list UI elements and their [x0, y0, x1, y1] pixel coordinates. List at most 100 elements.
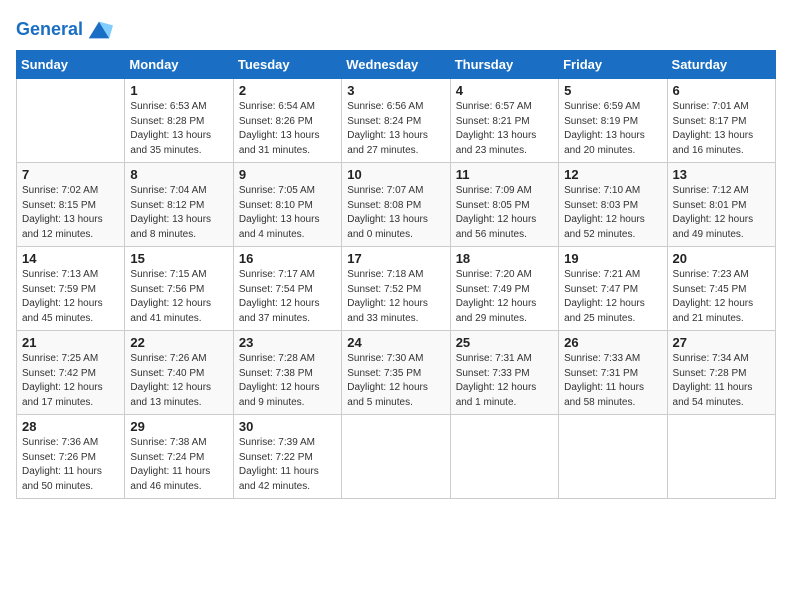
calendar-table: SundayMondayTuesdayWednesdayThursdayFrid…	[16, 50, 776, 499]
day-info: Sunrise: 7:05 AM Sunset: 8:10 PM Dayligh…	[239, 184, 336, 242]
day-number: 21	[22, 335, 119, 350]
calendar-cell: 2 Sunrise: 6:54 AM Sunset: 8:26 PM Daylig…	[233, 79, 341, 163]
day-info: Sunrise: 7:39 AM Sunset: 7:22 PM Dayligh…	[239, 436, 336, 494]
calendar-cell: 12 Sunrise: 7:10 AM Sunset: 8:03 PM Dayli…	[559, 163, 667, 247]
day-number: 14	[22, 251, 119, 266]
calendar-cell	[559, 415, 667, 499]
calendar-week-row: 28 Sunrise: 7:36 AM Sunset: 7:26 PM Dayli…	[17, 415, 776, 499]
calendar-cell: 3Sunrise: 6:56 AM Sunset: 8:24 PM Daylig…	[342, 79, 450, 163]
day-number: 24	[347, 335, 444, 350]
calendar-cell: 7Sunrise: 7:02 AM Sunset: 8:15 PM Daylig…	[17, 163, 125, 247]
calendar-header-day: Tuesday	[233, 51, 341, 79]
calendar-cell: 16 Sunrise: 7:17 AM Sunset: 7:54 PM Dayli…	[233, 247, 341, 331]
day-info: Sunrise: 6:56 AM Sunset: 8:24 PM Dayligh…	[347, 100, 444, 158]
calendar-cell: 22Sunrise: 7:26 AM Sunset: 7:40 PM Dayli…	[125, 331, 233, 415]
day-number: 8	[130, 167, 227, 182]
calendar-header-day: Friday	[559, 51, 667, 79]
day-number: 1	[130, 83, 227, 98]
day-number: 13	[673, 167, 770, 182]
day-number: 30	[239, 419, 336, 434]
calendar-cell: 13 Sunrise: 7:12 AM Sunset: 8:01 PM Dayli…	[667, 163, 775, 247]
calendar-header-day: Thursday	[450, 51, 558, 79]
day-info: Sunrise: 6:53 AM Sunset: 8:28 PM Dayligh…	[130, 100, 227, 158]
calendar-cell: 5 Sunrise: 6:59 AM Sunset: 8:19 PM Daylig…	[559, 79, 667, 163]
day-number: 5	[564, 83, 661, 98]
calendar-cell: 14 Sunrise: 7:13 AM Sunset: 7:59 PM Dayli…	[17, 247, 125, 331]
calendar-header-day: Saturday	[667, 51, 775, 79]
calendar-cell: 4Sunrise: 6:57 AM Sunset: 8:21 PM Daylig…	[450, 79, 558, 163]
day-number: 11	[456, 167, 553, 182]
logo-text: General	[16, 20, 83, 40]
day-info: Sunrise: 7:01 AM Sunset: 8:17 PM Dayligh…	[673, 100, 770, 158]
calendar-cell	[17, 79, 125, 163]
day-number: 16	[239, 251, 336, 266]
calendar-week-row: 21 Sunrise: 7:25 AM Sunset: 7:42 PM Dayli…	[17, 331, 776, 415]
logo: General	[16, 16, 113, 44]
day-number: 17	[347, 251, 444, 266]
day-info: Sunrise: 7:25 AM Sunset: 7:42 PM Dayligh…	[22, 352, 119, 410]
day-info: Sunrise: 7:36 AM Sunset: 7:26 PM Dayligh…	[22, 436, 119, 494]
calendar-cell: 15Sunrise: 7:15 AM Sunset: 7:56 PM Dayli…	[125, 247, 233, 331]
day-number: 19	[564, 251, 661, 266]
day-info: Sunrise: 7:26 AM Sunset: 7:40 PM Dayligh…	[130, 352, 227, 410]
day-info: Sunrise: 7:12 AM Sunset: 8:01 PM Dayligh…	[673, 184, 770, 242]
calendar-week-row: 1 Sunrise: 6:53 AM Sunset: 8:28 PM Daylig…	[17, 79, 776, 163]
calendar-body: 1 Sunrise: 6:53 AM Sunset: 8:28 PM Daylig…	[17, 79, 776, 499]
day-info: Sunrise: 6:54 AM Sunset: 8:26 PM Dayligh…	[239, 100, 336, 158]
day-info: Sunrise: 7:09 AM Sunset: 8:05 PM Dayligh…	[456, 184, 553, 242]
calendar-cell: 17 Sunrise: 7:18 AM Sunset: 7:52 PM Dayli…	[342, 247, 450, 331]
calendar-cell: 21 Sunrise: 7:25 AM Sunset: 7:42 PM Dayli…	[17, 331, 125, 415]
calendar-cell: 25 Sunrise: 7:31 AM Sunset: 7:33 PM Dayli…	[450, 331, 558, 415]
calendar-cell: 8 Sunrise: 7:04 AM Sunset: 8:12 PM Daylig…	[125, 163, 233, 247]
day-info: Sunrise: 7:34 AM Sunset: 7:28 PM Dayligh…	[673, 352, 770, 410]
calendar-header-day: Monday	[125, 51, 233, 79]
calendar-header-day: Sunday	[17, 51, 125, 79]
day-info: Sunrise: 7:17 AM Sunset: 7:54 PM Dayligh…	[239, 268, 336, 326]
day-number: 2	[239, 83, 336, 98]
day-info: Sunrise: 7:13 AM Sunset: 7:59 PM Dayligh…	[22, 268, 119, 326]
day-number: 4	[456, 83, 553, 98]
day-info: Sunrise: 6:59 AM Sunset: 8:19 PM Dayligh…	[564, 100, 661, 158]
day-info: Sunrise: 7:18 AM Sunset: 7:52 PM Dayligh…	[347, 268, 444, 326]
calendar-cell: 18 Sunrise: 7:20 AM Sunset: 7:49 PM Dayli…	[450, 247, 558, 331]
calendar-cell: 29 Sunrise: 7:38 AM Sunset: 7:24 PM Dayli…	[125, 415, 233, 499]
calendar-header-row: SundayMondayTuesdayWednesdayThursdayFrid…	[17, 51, 776, 79]
day-number: 25	[456, 335, 553, 350]
day-info: Sunrise: 7:33 AM Sunset: 7:31 PM Dayligh…	[564, 352, 661, 410]
day-number: 10	[347, 167, 444, 182]
calendar-cell: 24 Sunrise: 7:30 AM Sunset: 7:35 PM Dayli…	[342, 331, 450, 415]
day-number: 6	[673, 83, 770, 98]
day-info: Sunrise: 7:21 AM Sunset: 7:47 PM Dayligh…	[564, 268, 661, 326]
day-number: 20	[673, 251, 770, 266]
calendar-cell: 6 Sunrise: 7:01 AM Sunset: 8:17 PM Daylig…	[667, 79, 775, 163]
day-info: Sunrise: 7:31 AM Sunset: 7:33 PM Dayligh…	[456, 352, 553, 410]
calendar-header-day: Wednesday	[342, 51, 450, 79]
day-number: 29	[130, 419, 227, 434]
calendar-cell: 20 Sunrise: 7:23 AM Sunset: 7:45 PM Dayli…	[667, 247, 775, 331]
calendar-cell: 27 Sunrise: 7:34 AM Sunset: 7:28 PM Dayli…	[667, 331, 775, 415]
day-info: Sunrise: 7:23 AM Sunset: 7:45 PM Dayligh…	[673, 268, 770, 326]
calendar-cell: 26 Sunrise: 7:33 AM Sunset: 7:31 PM Dayli…	[559, 331, 667, 415]
day-number: 18	[456, 251, 553, 266]
day-info: Sunrise: 7:02 AM Sunset: 8:15 PM Dayligh…	[22, 184, 119, 242]
calendar-cell: 11 Sunrise: 7:09 AM Sunset: 8:05 PM Dayli…	[450, 163, 558, 247]
day-number: 9	[239, 167, 336, 182]
day-info: Sunrise: 7:04 AM Sunset: 8:12 PM Dayligh…	[130, 184, 227, 242]
calendar-cell	[450, 415, 558, 499]
calendar-cell: 1 Sunrise: 6:53 AM Sunset: 8:28 PM Daylig…	[125, 79, 233, 163]
day-number: 12	[564, 167, 661, 182]
day-number: 26	[564, 335, 661, 350]
day-info: Sunrise: 7:28 AM Sunset: 7:38 PM Dayligh…	[239, 352, 336, 410]
day-info: Sunrise: 7:38 AM Sunset: 7:24 PM Dayligh…	[130, 436, 227, 494]
day-number: 28	[22, 419, 119, 434]
day-number: 23	[239, 335, 336, 350]
calendar-cell: 23 Sunrise: 7:28 AM Sunset: 7:38 PM Dayli…	[233, 331, 341, 415]
day-info: Sunrise: 7:10 AM Sunset: 8:03 PM Dayligh…	[564, 184, 661, 242]
day-info: Sunrise: 7:20 AM Sunset: 7:49 PM Dayligh…	[456, 268, 553, 326]
calendar-cell: 10Sunrise: 7:07 AM Sunset: 8:08 PM Dayli…	[342, 163, 450, 247]
day-info: Sunrise: 7:15 AM Sunset: 7:56 PM Dayligh…	[130, 268, 227, 326]
calendar-week-row: 7Sunrise: 7:02 AM Sunset: 8:15 PM Daylig…	[17, 163, 776, 247]
calendar-cell	[667, 415, 775, 499]
day-number: 27	[673, 335, 770, 350]
day-info: Sunrise: 7:30 AM Sunset: 7:35 PM Dayligh…	[347, 352, 444, 410]
